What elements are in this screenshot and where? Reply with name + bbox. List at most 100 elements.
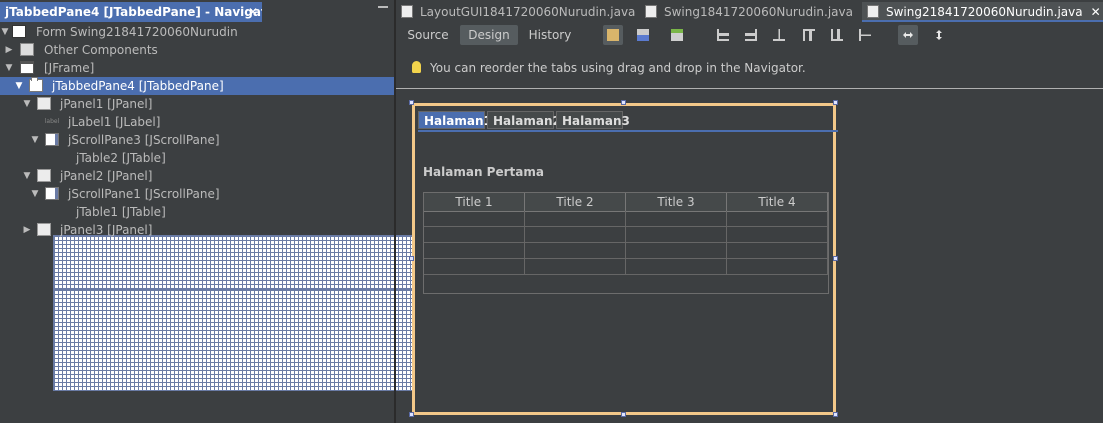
column-header[interactable]: Title 4 — [727, 193, 828, 211]
table-row[interactable] — [424, 211, 828, 227]
table-cell[interactable] — [626, 227, 727, 243]
resize-handle-s[interactable] — [621, 412, 626, 417]
tree-item-other-components[interactable]: ▶ Other Components — [0, 41, 394, 59]
expand-arrow-icon[interactable]: ▼ — [22, 95, 32, 113]
panel-icon — [37, 223, 51, 236]
tree-item-form[interactable]: ▼ Form Swing21841720060Nurudin — [0, 23, 394, 41]
column-header[interactable]: Title 3 — [626, 193, 727, 211]
tree-item-jscrollpane3[interactable]: ▼ jScrollPane3 [JScrollPane] — [0, 131, 394, 149]
navigator-tab[interactable]: jTabbedPane4 [JTabbedPane] - Navigat... … — [0, 2, 262, 22]
tree-item-jtable1[interactable]: jTable1 [JTable] — [0, 203, 459, 391]
align-left-icon[interactable] — [713, 25, 733, 45]
tab-halaman3[interactable]: Halaman3 — [556, 111, 630, 129]
tree-item-jtabbedpane4[interactable]: ▼ jTabbedPane4 [JTabbedPane] — [0, 77, 394, 95]
table-cell[interactable] — [626, 243, 727, 259]
resize-handle-se[interactable] — [833, 412, 838, 417]
design-button[interactable]: Design — [460, 25, 518, 45]
tab-halaman2[interactable]: Halaman2 — [487, 111, 561, 129]
tree-item-jtable2[interactable]: jTable2 [JTable] — [0, 149, 459, 337]
collapse-arrow-icon[interactable]: ▶ — [4, 41, 14, 59]
tree-item-jpanel3[interactable]: ▶ jPanel3 [JPanel] — [0, 221, 394, 239]
design-form-canvas[interactable]: Halaman1 Halaman2 Halaman3 Halaman Perta… — [412, 103, 838, 415]
editor-tab-label: Swing1841720060Nurudin.java — [664, 5, 853, 19]
table-cell[interactable] — [525, 259, 626, 275]
java-file-icon — [401, 5, 413, 18]
design-table[interactable]: Title 1 Title 2 Title 3 Title 4 — [423, 192, 829, 294]
connection-mode-icon[interactable] — [633, 25, 653, 45]
page-heading-label[interactable]: Halaman Pertama — [423, 165, 544, 179]
history-button[interactable]: History — [524, 25, 576, 45]
tree-item-jlabel1[interactable]: label jLabel1 [JLabel] — [0, 113, 394, 131]
close-icon[interactable]: ✕ — [248, 2, 258, 22]
resize-handle-n[interactable] — [621, 100, 626, 105]
tabbed-pane-icon — [29, 77, 43, 92]
expand-arrow-icon[interactable]: ▼ — [4, 59, 14, 77]
table-cell[interactable] — [626, 259, 727, 275]
column-header[interactable]: Title 1 — [424, 193, 525, 211]
expand-arrow-icon[interactable]: ▼ — [0, 23, 10, 41]
center-horizontally-icon[interactable] — [769, 25, 789, 45]
align-bottom-icon[interactable] — [827, 25, 847, 45]
navigator-panel: jTabbedPane4 [JTabbedPane] - Navigat... … — [0, 0, 459, 423]
table-cell[interactable] — [525, 243, 626, 259]
table-row[interactable] — [424, 243, 828, 259]
tree-item-jframe[interactable]: ▼ [JFrame] — [0, 59, 394, 77]
expand-arrow-icon[interactable]: ▼ — [30, 185, 40, 203]
expand-arrow-icon[interactable]: ▼ — [22, 167, 32, 185]
table-cell[interactable] — [727, 243, 828, 259]
editor-tab-label: Swing21841720060Nurudin.java — [886, 5, 1083, 19]
expand-arrow-icon[interactable]: ▼ — [14, 77, 24, 95]
tree-item-jscrollpane1[interactable]: ▼ jScrollPane1 [JScrollPane] — [0, 185, 394, 203]
expand-arrow-icon[interactable]: ▼ — [30, 131, 40, 149]
selection-mode-icon[interactable] — [603, 25, 623, 45]
frame-icon — [20, 61, 34, 74]
resize-handle-e[interactable] — [833, 256, 838, 261]
center-vertically-icon[interactable] — [855, 25, 875, 45]
editor-tab-swing2[interactable]: Swing21841720060Nurudin.java ✕ — [862, 2, 1103, 22]
table-cell[interactable] — [727, 211, 828, 227]
horizontal-resize-icon[interactable] — [898, 25, 918, 45]
lightbulb-icon — [412, 61, 421, 73]
tree-item-label: jTable2 [JTable] — [76, 151, 166, 165]
table-cell[interactable] — [525, 227, 626, 243]
preview-design-icon[interactable] — [667, 25, 687, 45]
table-cell[interactable] — [424, 243, 525, 259]
label-icon: label — [44, 118, 60, 125]
tree-item-jpanel2[interactable]: ▼ jPanel2 [JPanel] — [0, 167, 394, 185]
table-cell[interactable] — [727, 259, 828, 275]
java-file-icon — [645, 5, 657, 18]
editor-tab-swing[interactable]: Swing1841720060Nurudin.java✕ — [640, 2, 871, 22]
table-cell[interactable] — [424, 211, 525, 227]
resize-handle-sw[interactable] — [409, 412, 414, 417]
tree-item-label: Form Swing21841720060Nurudin — [36, 25, 238, 39]
minimize-icon[interactable] — [378, 6, 388, 8]
table-cell[interactable] — [525, 211, 626, 227]
align-top-icon[interactable] — [799, 25, 819, 45]
table-cell[interactable] — [727, 227, 828, 243]
table-row[interactable] — [424, 259, 828, 275]
resize-handle-w[interactable] — [409, 256, 414, 261]
table-row[interactable] — [424, 227, 828, 243]
table-cell[interactable] — [626, 211, 727, 227]
resize-handle-ne[interactable] — [833, 100, 838, 105]
tabbed-pane-tabs: Halaman1 Halaman2 Halaman3 — [418, 110, 838, 132]
source-button[interactable]: Source — [402, 25, 454, 45]
tree-item-label: jPanel3 [JPanel] — [60, 223, 153, 237]
close-icon[interactable]: ✕ — [1091, 5, 1101, 19]
hint-text: You can reorder the tabs using drag and … — [430, 61, 806, 75]
tree-item-label: jLabel1 [JLabel] — [68, 115, 161, 129]
tree-item-label: Other Components — [44, 43, 158, 57]
vertical-resize-icon[interactable] — [929, 25, 949, 45]
collapse-arrow-icon[interactable]: ▶ — [22, 221, 32, 239]
resize-handle-nw[interactable] — [409, 100, 414, 105]
tree-item-jpanel1[interactable]: ▼ jPanel1 [JPanel] — [0, 95, 394, 113]
align-right-icon[interactable] — [741, 25, 761, 45]
table-cell[interactable] — [424, 227, 525, 243]
editor-tab-layoutgui[interactable]: LayoutGUI1841720060Nurudin.java✕ — [396, 2, 653, 22]
table-cell[interactable] — [424, 259, 525, 275]
tab-halaman1[interactable]: Halaman1 — [418, 111, 492, 129]
navigator-title: jTabbedPane4 [JTabbedPane] - Navigat... — [5, 5, 262, 19]
scroll-pane-icon — [45, 133, 59, 146]
toolbar-separator — [396, 88, 1103, 89]
column-header[interactable]: Title 2 — [525, 193, 626, 211]
